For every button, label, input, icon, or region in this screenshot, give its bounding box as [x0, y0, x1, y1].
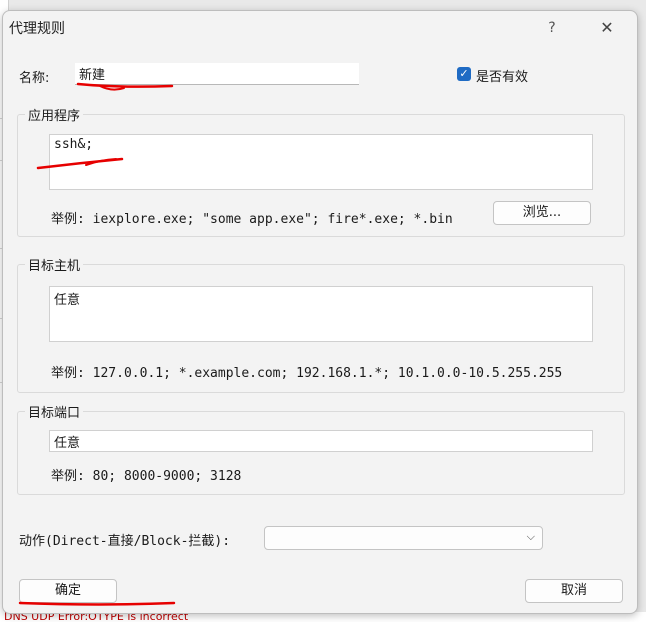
check-icon: ✓	[459, 67, 469, 80]
target-host-title: 目标主机	[25, 255, 84, 274]
target-port-title: 目标端口	[25, 402, 84, 421]
help-button[interactable]: ?	[541, 17, 563, 39]
action-select[interactable]: ⌵	[264, 526, 543, 550]
chevron-down-icon: ⌵	[526, 530, 535, 543]
name-label: 名称:	[19, 71, 50, 86]
title-bar: 代理规则 ? ✕	[3, 11, 637, 45]
cancel-button[interactable]: 取消	[525, 579, 623, 603]
target-port-input[interactable]	[49, 430, 593, 452]
action-label: 动作(Direct-直接/Block-拦截):	[19, 534, 231, 549]
close-button[interactable]: ✕	[595, 17, 619, 39]
target-host-textarea[interactable]: 任意	[49, 286, 593, 342]
applications-example: 举例: iexplore.exe; "some app.exe"; fire*.…	[51, 212, 453, 227]
proxy-rule-dialog: 代理规则 ? ✕ 名称: ✓ 是否有效 应用程序 ssh&; 举例: iexpl…	[2, 10, 638, 614]
applications-title: 应用程序	[25, 105, 84, 124]
applications-textarea[interactable]: ssh&;	[49, 134, 593, 190]
enabled-checkbox[interactable]: ✓	[457, 67, 471, 81]
enabled-label: 是否有效	[476, 70, 529, 85]
name-field[interactable]	[75, 63, 359, 85]
target-host-example: 举例: 127.0.0.1; *.example.com; 192.168.1.…	[51, 366, 563, 381]
browse-button[interactable]: 浏览...	[493, 201, 591, 225]
target-port-example: 举例: 80; 8000-9000; 3128	[51, 469, 242, 484]
ok-button[interactable]: 确定	[19, 579, 117, 603]
dialog-title: 代理规则	[9, 21, 65, 37]
